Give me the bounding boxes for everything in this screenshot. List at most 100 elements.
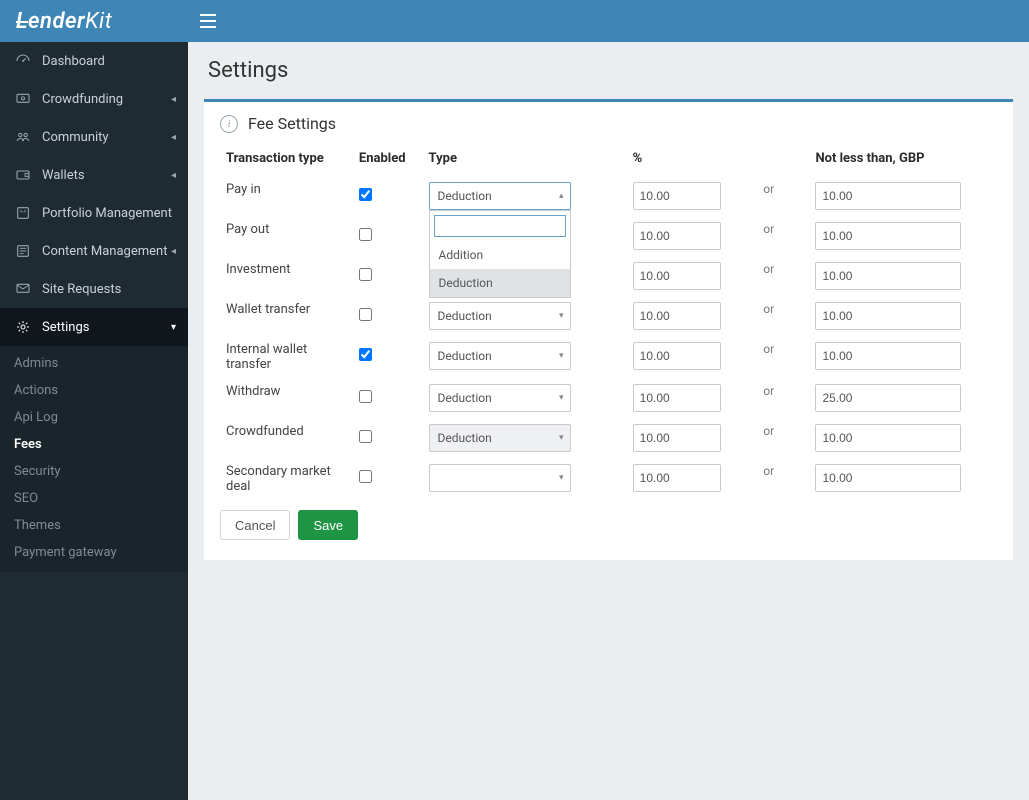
enabled-checkbox[interactable]	[359, 390, 372, 403]
subnav-item-seo[interactable]: SEO	[0, 485, 188, 512]
subnav-item-actions[interactable]: Actions	[0, 377, 188, 404]
percent-input-group: %	[633, 384, 721, 412]
gbp-input[interactable]	[816, 303, 961, 329]
panel-title: Fee Settings	[248, 114, 336, 133]
or-label: or	[763, 256, 774, 276]
table-row: Pay inDeduction▴AdditionDeduction%or£	[220, 176, 997, 216]
gbp-input[interactable]	[816, 223, 961, 249]
type-option-addition[interactable]: Addition	[430, 241, 570, 269]
caret-down-icon: ▾	[559, 433, 564, 443]
col-not-less-than: Not less than, GBP	[809, 143, 997, 176]
type-select[interactable]: Deduction ▾	[429, 424, 571, 452]
crowdfunding-icon	[14, 90, 32, 108]
portfolio-icon	[14, 204, 32, 222]
save-button[interactable]: Save	[298, 510, 358, 540]
menu-toggle-button[interactable]	[188, 0, 228, 42]
chevron-left-icon: ◂	[171, 94, 176, 105]
sidebar-item-portfolio-management[interactable]: Portfolio Management	[0, 194, 188, 232]
sidebar-item-label: Site Requests	[42, 282, 121, 297]
type-dropdown-search[interactable]	[434, 215, 566, 237]
sidebar: Dashboard Crowdfunding ◂ Community ◂ Wallets◂…	[0, 42, 188, 800]
percent-input-group: %	[633, 424, 721, 452]
percent-input[interactable]	[634, 465, 721, 491]
col-enabled: Enabled	[353, 143, 423, 176]
percent-input-group: %	[633, 262, 721, 290]
sidebar-item-content-management[interactable]: Content Management◂	[0, 232, 188, 270]
percent-input[interactable]	[634, 385, 721, 411]
percent-input-group: %	[633, 464, 721, 492]
subnav-item-admins[interactable]: Admins	[0, 350, 188, 377]
percent-input[interactable]	[634, 425, 721, 451]
enabled-checkbox[interactable]	[359, 188, 372, 201]
percent-input-group: %	[633, 302, 721, 330]
percent-input[interactable]	[634, 223, 721, 249]
caret-up-icon: ▴	[559, 191, 564, 201]
settings-subnav: AdminsActionsApi LogFeesSecuritySEOTheme…	[0, 346, 188, 572]
or-label: or	[763, 176, 774, 196]
gbp-input[interactable]	[816, 425, 961, 451]
or-label: or	[763, 418, 774, 438]
cancel-button[interactable]: Cancel	[220, 510, 290, 540]
type-select[interactable]: Deduction▾	[429, 342, 571, 370]
enabled-checkbox[interactable]	[359, 348, 372, 361]
type-select[interactable]: Deduction▾	[429, 384, 571, 412]
chevron-down-icon: ▾	[171, 322, 176, 333]
subnav-item-themes[interactable]: Themes	[0, 512, 188, 539]
transaction-type-label: Pay out	[220, 216, 353, 256]
type-select[interactable]: Deduction▾	[429, 302, 571, 330]
enabled-checkbox[interactable]	[359, 430, 372, 443]
site-requests-icon	[14, 280, 32, 298]
sidebar-item-label: Dashboard	[42, 54, 105, 69]
gbp-input-group: £	[815, 182, 961, 210]
sidebar-item-label: Crowdfunding	[42, 92, 123, 107]
type-dropdown: AdditionDeduction	[429, 210, 571, 298]
enabled-checkbox[interactable]	[359, 268, 372, 281]
caret-down-icon: ▾	[559, 473, 564, 483]
gbp-input-group: £	[815, 384, 961, 412]
gbp-input[interactable]	[816, 343, 961, 369]
subnav-item-api-log[interactable]: Api Log	[0, 404, 188, 431]
enabled-checkbox[interactable]	[359, 470, 372, 483]
subnav-item-payment-gateway[interactable]: Payment gateway	[0, 539, 188, 566]
gbp-input[interactable]	[816, 465, 961, 491]
sidebar-item-site-requests[interactable]: Site Requests	[0, 270, 188, 308]
transaction-type-label: Pay in	[220, 176, 353, 216]
sidebar-item-crowdfunding[interactable]: Crowdfunding ◂	[0, 80, 188, 118]
transaction-type-label: Crowdfunded	[220, 418, 353, 458]
sidebar-item-community[interactable]: Community ◂	[0, 118, 188, 156]
sidebar-item-dashboard[interactable]: Dashboard	[0, 42, 188, 80]
sidebar-item-label: Community	[42, 130, 109, 145]
subnav-item-fees[interactable]: Fees	[0, 431, 188, 458]
sidebar-item-settings[interactable]: Settings ▾	[0, 308, 188, 346]
gbp-input-group: £	[815, 342, 961, 370]
sidebar-item-label: Settings	[42, 320, 89, 335]
percent-input-group: %	[633, 342, 721, 370]
type-select-value: Deduction	[438, 431, 492, 445]
gbp-input-group: £	[815, 222, 961, 250]
gbp-input[interactable]	[816, 183, 961, 209]
type-select[interactable]: Deduction▴AdditionDeduction	[429, 182, 571, 210]
gbp-input[interactable]	[816, 263, 961, 289]
info-icon: i	[220, 115, 238, 133]
panel-header: i Fee Settings	[220, 114, 997, 133]
gbp-input[interactable]	[816, 385, 961, 411]
button-row: Cancel Save	[220, 510, 997, 540]
sidebar-item-wallets[interactable]: Wallets◂	[0, 156, 188, 194]
transaction-type-label: Investment	[220, 256, 353, 296]
gbp-input-group: £	[815, 262, 961, 290]
brand-logo: LenderKit	[0, 0, 188, 42]
percent-input[interactable]	[634, 183, 721, 209]
percent-input[interactable]	[634, 343, 721, 369]
subnav-item-security[interactable]: Security	[0, 458, 188, 485]
fee-table: Transaction type Enabled Type % Not less…	[220, 143, 997, 500]
enabled-checkbox[interactable]	[359, 308, 372, 321]
type-select[interactable]: ▾	[429, 464, 571, 492]
type-select-value: Deduction	[438, 189, 492, 203]
percent-input[interactable]	[634, 263, 721, 289]
chevron-left-icon: ◂	[171, 132, 176, 143]
caret-down-icon: ▾	[559, 393, 564, 403]
col-type: Type	[423, 143, 627, 176]
type-option-deduction[interactable]: Deduction	[430, 269, 570, 297]
enabled-checkbox[interactable]	[359, 228, 372, 241]
percent-input[interactable]	[634, 303, 721, 329]
